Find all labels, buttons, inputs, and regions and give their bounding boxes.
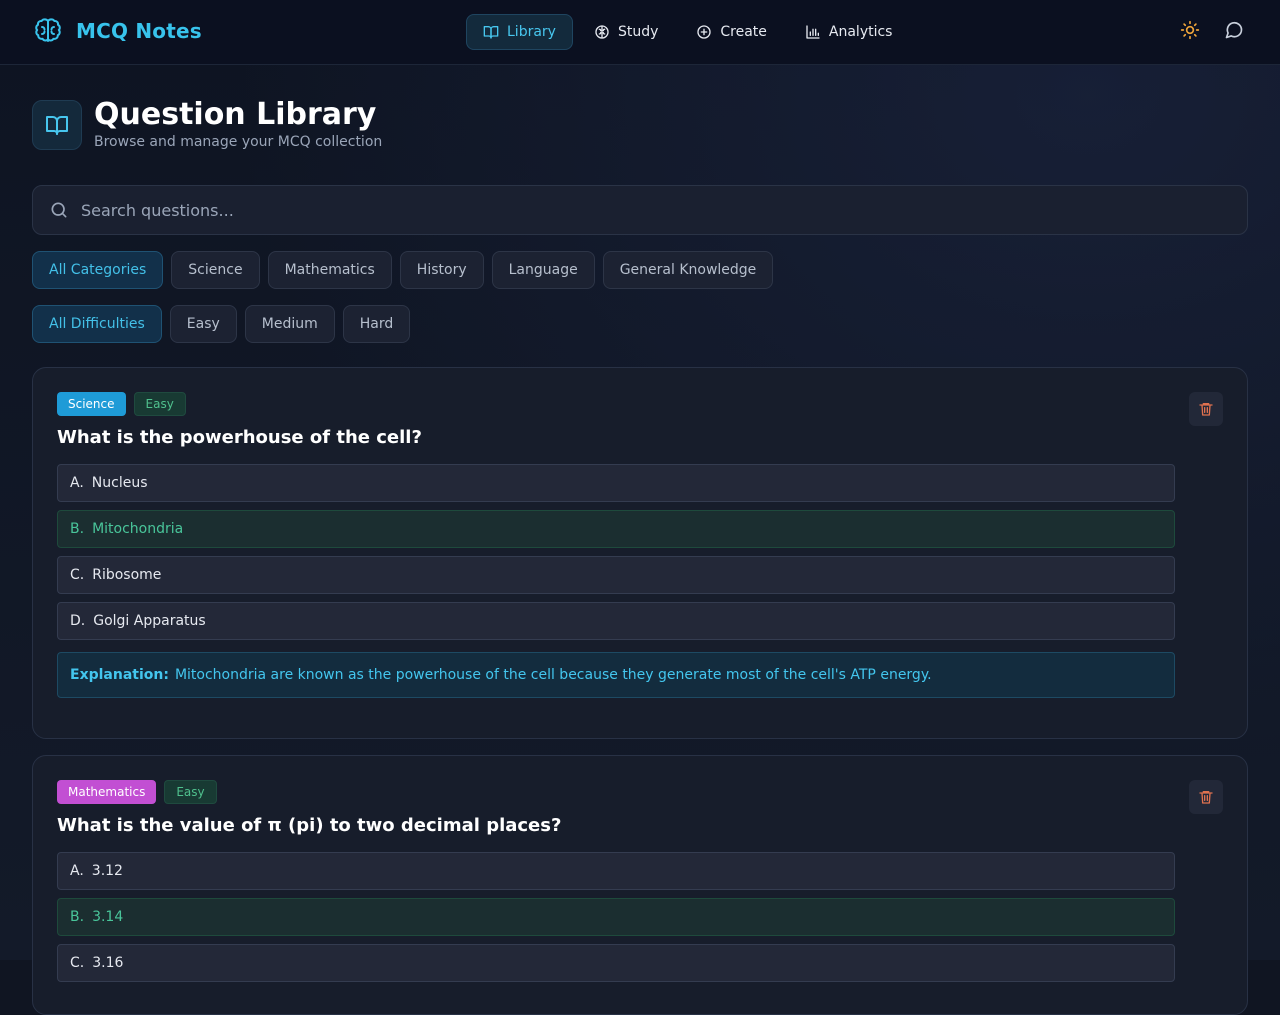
trash-icon	[1199, 403, 1213, 416]
page-subtitle: Browse and manage your MCQ collection	[94, 134, 383, 150]
difficulty-badge: Easy	[133, 392, 186, 416]
app-title: MCQ Notes	[76, 19, 202, 43]
nav-library[interactable]: Library	[466, 14, 573, 50]
book-icon	[483, 26, 499, 39]
search-icon	[51, 202, 67, 218]
page-title: Question Library	[94, 97, 377, 132]
library-header-icon	[32, 100, 82, 150]
option-text: Mitochondria	[92, 521, 184, 537]
bar-chart-icon	[806, 25, 820, 39]
plus-circle-icon	[697, 25, 712, 39]
brain-logo-icon	[35, 18, 61, 42]
explanation-label: Explanation:	[70, 667, 169, 683]
question-card: Science Easy What is the powerhouse of t…	[32, 367, 1248, 739]
option-text: 3.14	[92, 909, 124, 925]
nav-create-label: Create	[720, 24, 767, 40]
search-input[interactable]	[81, 200, 1247, 220]
option-a[interactable]: A. Nucleus	[57, 464, 1175, 502]
explanation-box: Explanation: Mitochondria are known as t…	[57, 652, 1175, 698]
filter-science[interactable]: Science	[171, 251, 260, 289]
option-text: 3.12	[91, 863, 123, 879]
filter-mathematics[interactable]: Mathematics	[267, 251, 392, 289]
filter-language[interactable]: Language	[491, 251, 595, 289]
option-letter: D.	[70, 613, 86, 629]
option-letter: B.	[70, 521, 85, 537]
option-c[interactable]: C. Ribosome	[57, 556, 1175, 594]
option-text: Ribosome	[92, 567, 162, 583]
filter-general-knowledge[interactable]: General Knowledge	[602, 251, 774, 289]
filter-medium[interactable]: Medium	[244, 305, 335, 343]
nav-analytics[interactable]: Analytics	[788, 14, 910, 50]
question-text: What is the powerhouse of the cell?	[57, 427, 422, 448]
message-icon[interactable]	[1224, 20, 1244, 40]
page-header: Question Library Browse and manage your …	[32, 98, 382, 150]
search-bar	[32, 185, 1248, 235]
option-c[interactable]: C. 3.16	[57, 944, 1175, 982]
delete-button[interactable]	[1189, 780, 1223, 814]
nav-library-label: Library	[507, 24, 556, 40]
filter-history[interactable]: History	[399, 251, 484, 289]
difficulty-badge: Easy	[164, 780, 217, 804]
question-card: Mathematics Easy What is the value of π …	[32, 755, 1248, 1015]
option-letter: A.	[70, 863, 84, 879]
option-text: Nucleus	[91, 475, 148, 491]
open-book-icon	[46, 116, 68, 135]
option-letter: B.	[70, 909, 85, 925]
filter-all-categories[interactable]: All Categories	[32, 251, 164, 289]
option-letter: C.	[70, 955, 85, 971]
category-badge: Science	[57, 392, 126, 416]
explanation-text: Mitochondria are known as the powerhouse…	[174, 667, 932, 683]
option-text: Golgi Apparatus	[93, 613, 206, 629]
trash-icon	[1199, 791, 1213, 804]
category-filters: All Categories Science Mathematics Histo…	[32, 251, 774, 289]
nav-create[interactable]: Create	[679, 14, 784, 50]
option-letter: C.	[70, 567, 85, 583]
question-text: What is the value of π (pi) to two decim…	[57, 815, 562, 836]
sun-icon[interactable]	[1180, 20, 1200, 40]
top-actions	[1180, 20, 1244, 40]
option-b-correct[interactable]: B. Mitochondria	[57, 510, 1175, 548]
difficulty-filters: All Difficulties Easy Medium Hard	[32, 305, 411, 343]
option-a[interactable]: A. 3.12	[57, 852, 1175, 890]
option-letter: A.	[70, 475, 84, 491]
category-badge: Mathematics	[57, 780, 157, 804]
filter-easy[interactable]: Easy	[169, 305, 237, 343]
option-d[interactable]: D. Golgi Apparatus	[57, 602, 1175, 640]
answer-options: A. 3.12 B. 3.14 C. 3.16	[57, 852, 1175, 990]
option-b-correct[interactable]: B. 3.14	[57, 898, 1175, 936]
question-badges: Mathematics Easy	[57, 780, 217, 804]
nav-study-label: Study	[617, 24, 659, 40]
top-navbar: MCQ Notes Library Study Create Analytics	[0, 0, 1280, 65]
delete-button[interactable]	[1189, 392, 1223, 426]
brand[interactable]: MCQ Notes	[32, 15, 202, 47]
answer-options: A. Nucleus B. Mitochondria C. Ribosome D…	[57, 464, 1175, 648]
nav-study[interactable]: Study	[577, 14, 675, 50]
main-nav: Library Study Create Analytics	[466, 14, 913, 50]
nav-analytics-label: Analytics	[828, 24, 893, 40]
brain-icon	[595, 25, 609, 39]
filter-hard[interactable]: Hard	[342, 305, 411, 343]
filter-all-difficulties[interactable]: All Difficulties	[32, 305, 162, 343]
question-badges: Science Easy	[57, 392, 186, 416]
option-text: 3.16	[92, 955, 124, 971]
